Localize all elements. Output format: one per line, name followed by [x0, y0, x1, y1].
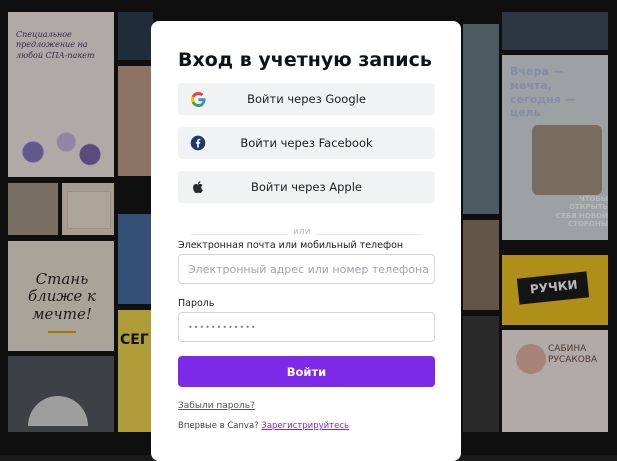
google-login-label: Войти через Google [247, 92, 366, 106]
poster-spa-text: Специальное предложение на любой СПА-пак… [16, 30, 95, 60]
poster-ceg-text: СЕГ [120, 332, 149, 348]
apple-login-button[interactable]: Войти через Apple [178, 171, 435, 203]
poster-photo-5 [463, 220, 499, 310]
poster-dark [463, 316, 499, 432]
facebook-icon [188, 133, 208, 153]
signup-prompt: Впервые в Canva? [178, 421, 259, 431]
submit-button[interactable]: Войти [178, 356, 435, 387]
poster-ceg: СЕГ [118, 310, 153, 432]
poster-blue [118, 214, 153, 304]
poster-vchera: Вчера — мечта, сегодня — цель ЧТОБЫ ОТКР… [502, 55, 608, 240]
login-modal: Вход в учетную запись Войти через Google… [151, 21, 461, 461]
poster-stan: Стань ближе к мечте! [8, 241, 114, 351]
apple-login-label: Войти через Apple [251, 180, 362, 194]
password-field-label: Пароль [178, 298, 215, 309]
poster-sabina-text: САБИНА РУСАКОВА [548, 344, 598, 365]
password-field[interactable]: •••••••••••• [178, 312, 435, 342]
poster-photo-3 [118, 66, 153, 176]
poster-photo-2 [8, 356, 114, 432]
google-icon [188, 89, 208, 109]
email-field[interactable]: Электронный адрес или номер телефона [178, 254, 435, 284]
poster-book [62, 183, 114, 235]
poster-ruchki: РУЧКИ [502, 255, 608, 325]
page-title: Вход в учетную запись [178, 49, 432, 71]
facebook-login-button[interactable]: Войти через Facebook [178, 127, 435, 159]
facebook-login-label: Войти через Facebook [240, 136, 373, 150]
poster-photo-1 [8, 183, 58, 235]
signup-row: Впервые в Canva? Зарегистрируйтесь [178, 421, 349, 431]
poster-vchera-text: Вчера — мечта, сегодня — цель [510, 65, 576, 120]
apple-icon [188, 177, 208, 197]
poster-top-right [502, 12, 608, 50]
poster-spa: Специальное предложение на любой СПА-пак… [8, 12, 114, 177]
poster-chtoby-text: ЧТОБЫ ОТКРЫТЬ СЕБЯ НОВОЙ СТОРОНЫ [555, 195, 608, 229]
divider-or: или [287, 227, 317, 237]
forgot-password-link[interactable]: Забыли пароль? [178, 401, 255, 411]
google-login-button[interactable]: Войти через Google [178, 83, 435, 115]
poster-stan-text: Стань ближе к мечте! [27, 270, 97, 323]
forgot-password-text: Забыли пароль? [178, 401, 255, 411]
poster-photo-4 [463, 24, 499, 214]
signup-link[interactable]: Зарегистрируйтесь [261, 421, 349, 431]
poster-sabina: САБИНА РУСАКОВА [502, 330, 608, 432]
email-field-label: Электронная почта или мобильный телефон [178, 240, 404, 251]
poster-small-1 [118, 12, 153, 60]
